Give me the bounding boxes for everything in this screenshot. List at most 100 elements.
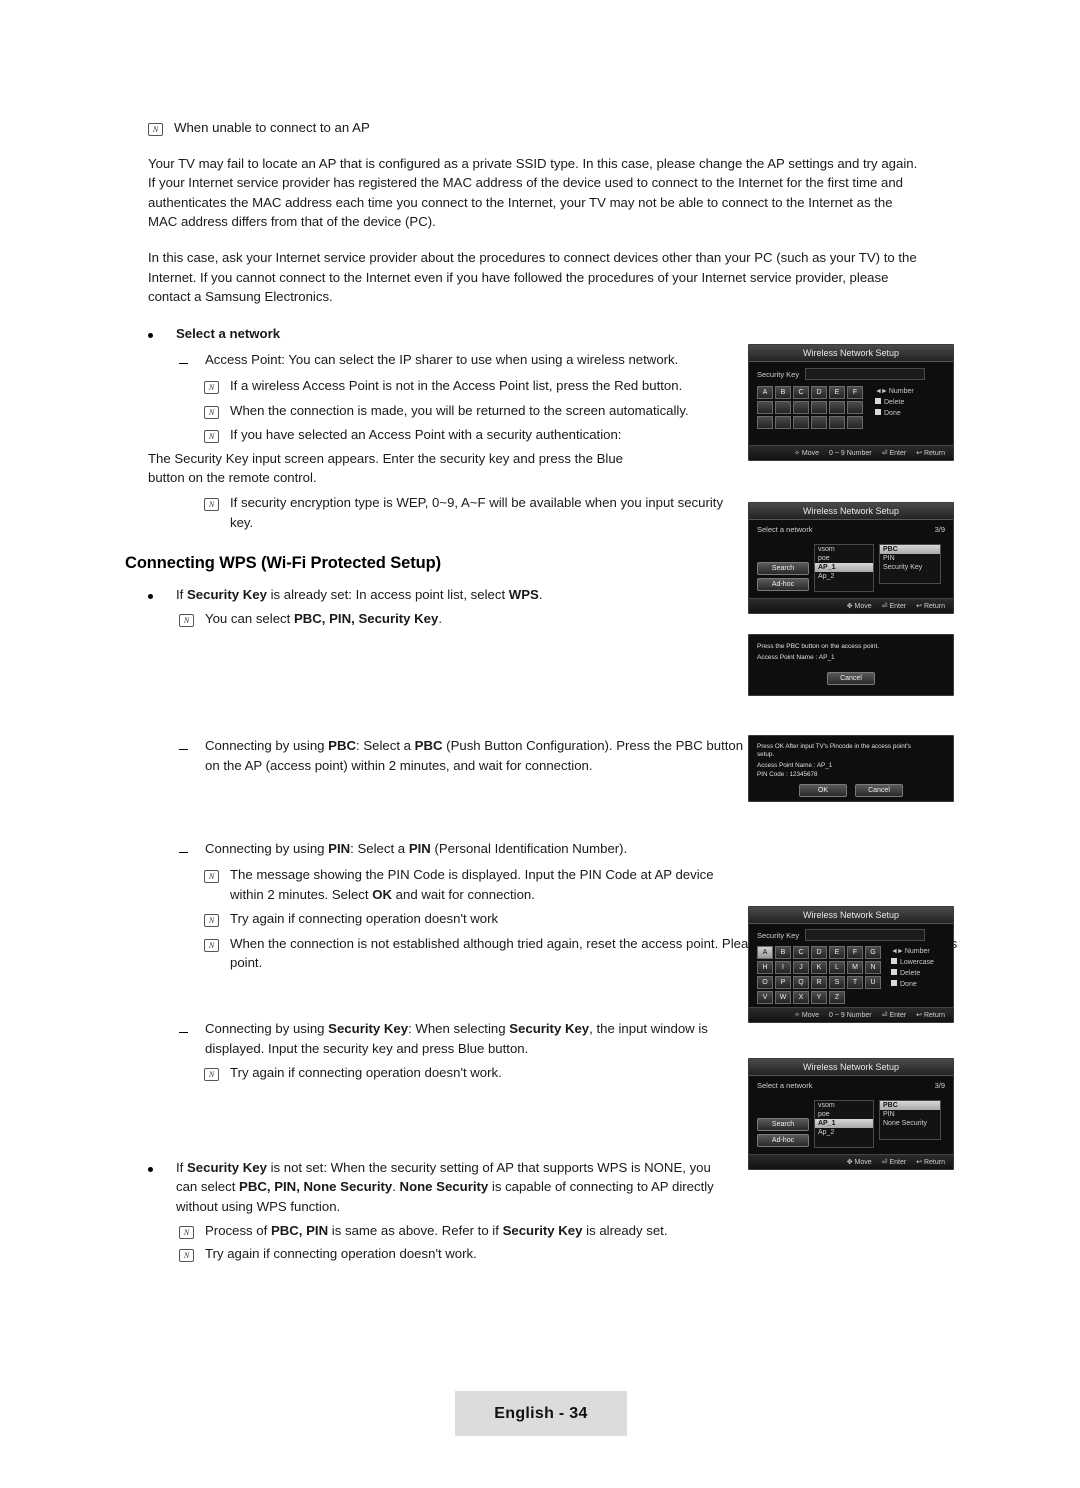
key-blank[interactable] <box>847 401 863 414</box>
key-blank[interactable] <box>757 401 773 414</box>
key-f[interactable]: F <box>847 946 863 959</box>
cancel-button[interactable]: Cancel <box>827 672 875 685</box>
search-button[interactable]: Search <box>757 1118 809 1131</box>
option-pbc[interactable]: PBC <box>880 545 940 554</box>
key-blank[interactable] <box>775 416 791 429</box>
ap-item[interactable]: vsom <box>815 1101 873 1110</box>
keypad[interactable]: A B C D E F <box>757 386 863 429</box>
option-none-security[interactable]: None Security <box>880 1119 940 1128</box>
screen-footer: ✥ Move ⏎ Enter ↩ Return <box>749 598 953 613</box>
key-r[interactable]: R <box>811 976 827 989</box>
pin-message: Press OK After input TV's Pincode in the… <box>757 743 911 758</box>
option-security-key[interactable]: Security Key <box>880 563 940 572</box>
note-security-auth-sub: The Security Key input screen appears. E… <box>148 450 624 486</box>
wps-option-list[interactable]: PBC PIN Security Key <box>879 544 941 584</box>
key-u[interactable]: U <box>865 976 881 989</box>
key-blank[interactable] <box>811 401 827 414</box>
note-icon: N <box>179 613 194 627</box>
ap-item[interactable]: poe <box>815 1110 873 1119</box>
ap-list[interactable]: vsom poe AP_1 Ap_2 <box>814 544 874 592</box>
key-y[interactable]: Y <box>811 991 827 1004</box>
key-s[interactable]: S <box>829 976 845 989</box>
key-k[interactable]: K <box>811 961 827 974</box>
option-pin[interactable]: PIN <box>880 1110 940 1119</box>
pin-text: Connecting by using PIN: Select a PIN (P… <box>205 841 628 857</box>
key-e[interactable]: E <box>829 386 845 399</box>
key-blank[interactable] <box>793 416 809 429</box>
search-button[interactable]: Search <box>757 562 809 575</box>
key-a[interactable]: A <box>757 386 773 399</box>
note-red-button-text: If a wireless Access Point is not in the… <box>230 377 683 393</box>
key-f[interactable]: F <box>847 386 863 399</box>
key-e[interactable]: E <box>829 946 845 959</box>
key-x[interactable]: X <box>793 991 809 1004</box>
key-w[interactable]: W <box>775 991 791 1004</box>
security-key-input[interactable] <box>805 368 926 380</box>
select-network-label: Select a network <box>757 525 813 534</box>
key-blank[interactable] <box>829 416 845 429</box>
pin-note-1-row: N The message showing the PIN Code is di… <box>204 865 958 904</box>
cancel-button[interactable]: Cancel <box>855 784 903 797</box>
option-pin[interactable]: PIN <box>880 554 940 563</box>
key-blank[interactable] <box>829 401 845 414</box>
footer-return: ↩ Return <box>916 450 945 457</box>
footer-move: ✥ Move <box>846 603 872 610</box>
key-d[interactable]: D <box>811 946 827 959</box>
ap-item-selected[interactable]: AP_1 <box>815 563 873 572</box>
key-j[interactable]: J <box>793 961 809 974</box>
dash-access-point-text: Access Point: You can select the IP shar… <box>205 352 679 368</box>
ap-item[interactable]: Ap_2 <box>815 1128 873 1137</box>
key-g[interactable]: G <box>865 946 881 959</box>
ap-list[interactable]: vsom poe AP_1 Ap_2 <box>814 1100 874 1148</box>
key-o[interactable]: O <box>757 976 773 989</box>
note-icon-wrap: N <box>148 118 174 137</box>
legend-lowercase: Lowercase <box>900 959 934 966</box>
legend-done: Done <box>900 981 917 988</box>
select-network-label: Select a network <box>757 1081 813 1090</box>
key-b[interactable]: B <box>775 386 791 399</box>
key-z[interactable]: Z <box>829 991 845 1004</box>
key-c[interactable]: C <box>793 946 809 959</box>
key-v[interactable]: V <box>757 991 773 1004</box>
footer-move: ✧ Move <box>794 450 820 457</box>
pin-row: Connecting by using PIN: Select a PIN (P… <box>179 839 958 859</box>
note-icon: N <box>179 1249 194 1263</box>
side-buttons: Search Ad-hoc <box>757 1100 809 1148</box>
delete-icon <box>891 969 897 975</box>
keypad[interactable]: A B C D E F G H I J K L M N O P Q R S T … <box>757 946 881 1004</box>
key-n[interactable]: N <box>865 961 881 974</box>
ap-item[interactable]: vsom <box>815 545 873 554</box>
key-a[interactable]: A <box>757 946 773 959</box>
key-i[interactable]: I <box>775 961 791 974</box>
key-b[interactable]: B <box>775 946 791 959</box>
ap-item-selected[interactable]: AP_1 <box>815 1119 873 1128</box>
adhoc-button[interactable]: Ad-hoc <box>757 1134 809 1147</box>
key-blank[interactable] <box>775 401 791 414</box>
footer-move: ✥ Move <box>846 1159 872 1166</box>
key-m[interactable]: M <box>847 961 863 974</box>
key-blank[interactable] <box>811 416 827 429</box>
key-blank[interactable] <box>793 401 809 414</box>
key-c[interactable]: C <box>793 386 809 399</box>
key-blank[interactable] <box>757 416 773 429</box>
key-d[interactable]: D <box>811 386 827 399</box>
key-l[interactable]: L <box>829 961 845 974</box>
ap-item[interactable]: Ap_2 <box>815 572 873 581</box>
ok-button[interactable]: OK <box>799 784 847 797</box>
security-key-input[interactable] <box>805 929 926 941</box>
ap-item[interactable]: poe <box>815 554 873 563</box>
number-icon: ◄► <box>875 388 888 395</box>
note-icon: N <box>179 1225 194 1239</box>
note-icon: N <box>204 1068 219 1082</box>
wps-option-list[interactable]: PBC PIN None Security <box>879 1100 941 1140</box>
key-blank[interactable] <box>847 416 863 429</box>
adhoc-button[interactable]: Ad-hoc <box>757 578 809 591</box>
footer-number: 0 ~ 9 Number <box>829 1011 872 1019</box>
key-p[interactable]: P <box>775 976 791 989</box>
screen-title: Wireless Network Setup <box>749 345 953 362</box>
key-t[interactable]: T <box>847 976 863 989</box>
option-pbc[interactable]: PBC <box>880 1101 940 1110</box>
key-h[interactable]: H <box>757 961 773 974</box>
note-unable-connect: N When unable to connect to an AP <box>148 118 958 138</box>
key-q[interactable]: Q <box>793 976 809 989</box>
